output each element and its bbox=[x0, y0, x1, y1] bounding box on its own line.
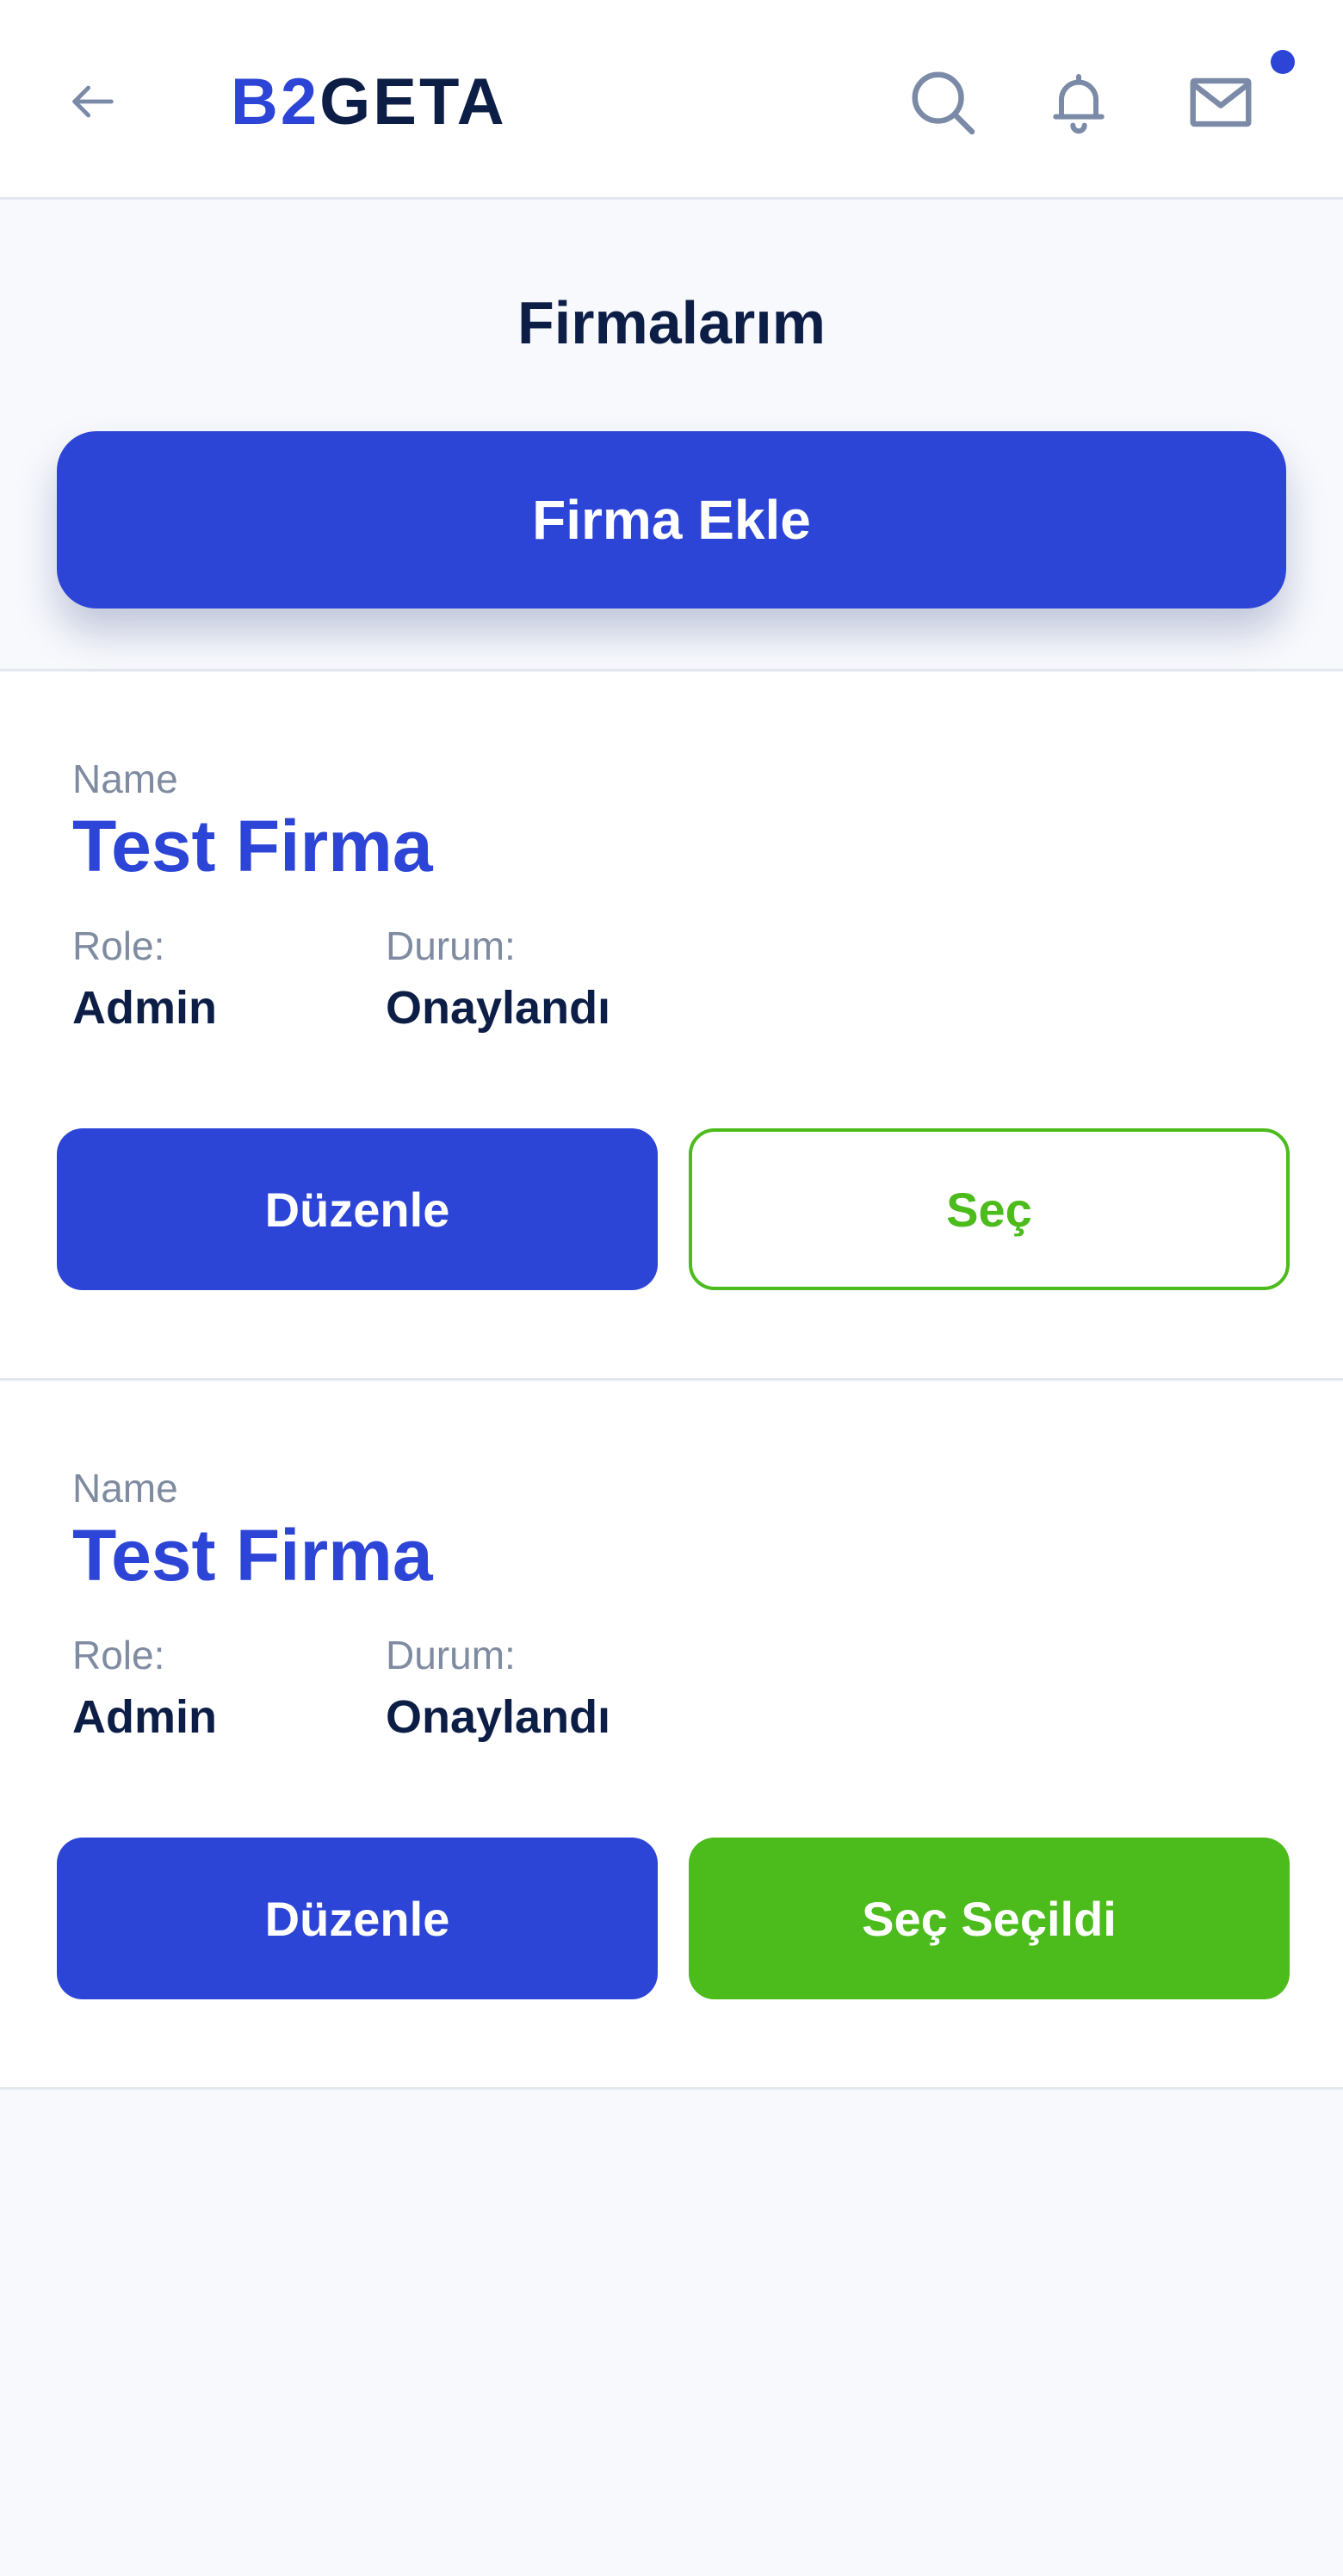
selected-button[interactable]: Seç Seçildi bbox=[689, 1838, 1290, 1999]
mail-icon bbox=[1190, 77, 1252, 127]
role-value: Admin bbox=[72, 1691, 217, 1743]
status-value: Onaylandı bbox=[386, 1691, 611, 1743]
search-icon bbox=[912, 71, 975, 135]
company-card: Name Test Firma Role: Admin Durum: Onayl… bbox=[0, 1381, 1343, 2090]
messages-button[interactable] bbox=[1184, 65, 1258, 139]
status-label: Durum: bbox=[386, 924, 516, 968]
company-card: Name Test Firma Role: Admin Durum: Onayl… bbox=[0, 672, 1343, 1381]
role-value: Admin bbox=[72, 982, 217, 1034]
app-header: B2GETA bbox=[0, 0, 1343, 200]
brand-logo[interactable]: B2GETA bbox=[231, 64, 507, 141]
company-name: Test Firma bbox=[72, 1515, 433, 1596]
status-value: Onaylandı bbox=[386, 982, 611, 1034]
logo-b2-part: B2 bbox=[231, 65, 320, 139]
company-name-label: Name bbox=[72, 757, 178, 801]
edit-button[interactable]: Düzenle bbox=[57, 1128, 658, 1290]
company-name: Test Firma bbox=[72, 806, 433, 886]
page-title: Firmalarım bbox=[517, 289, 826, 356]
search-button[interactable] bbox=[906, 65, 980, 139]
back-arrow-icon bbox=[72, 85, 114, 118]
logo-geta-part: GETA bbox=[319, 65, 507, 139]
select-button[interactable]: Seç bbox=[689, 1128, 1290, 1290]
page-top-section: Firmalarım Firma Ekle bbox=[0, 202, 1343, 671]
company-name-label: Name bbox=[72, 1466, 178, 1510]
role-label: Role: bbox=[72, 924, 165, 968]
back-button[interactable] bbox=[62, 71, 124, 133]
role-label: Role: bbox=[72, 1633, 165, 1677]
unread-badge bbox=[1271, 50, 1295, 74]
add-company-button[interactable]: Firma Ekle bbox=[57, 431, 1286, 608]
edit-button[interactable]: Düzenle bbox=[57, 1838, 658, 1999]
notifications-button[interactable] bbox=[1042, 65, 1116, 139]
status-label: Durum: bbox=[386, 1633, 516, 1677]
bell-icon bbox=[1053, 74, 1105, 134]
